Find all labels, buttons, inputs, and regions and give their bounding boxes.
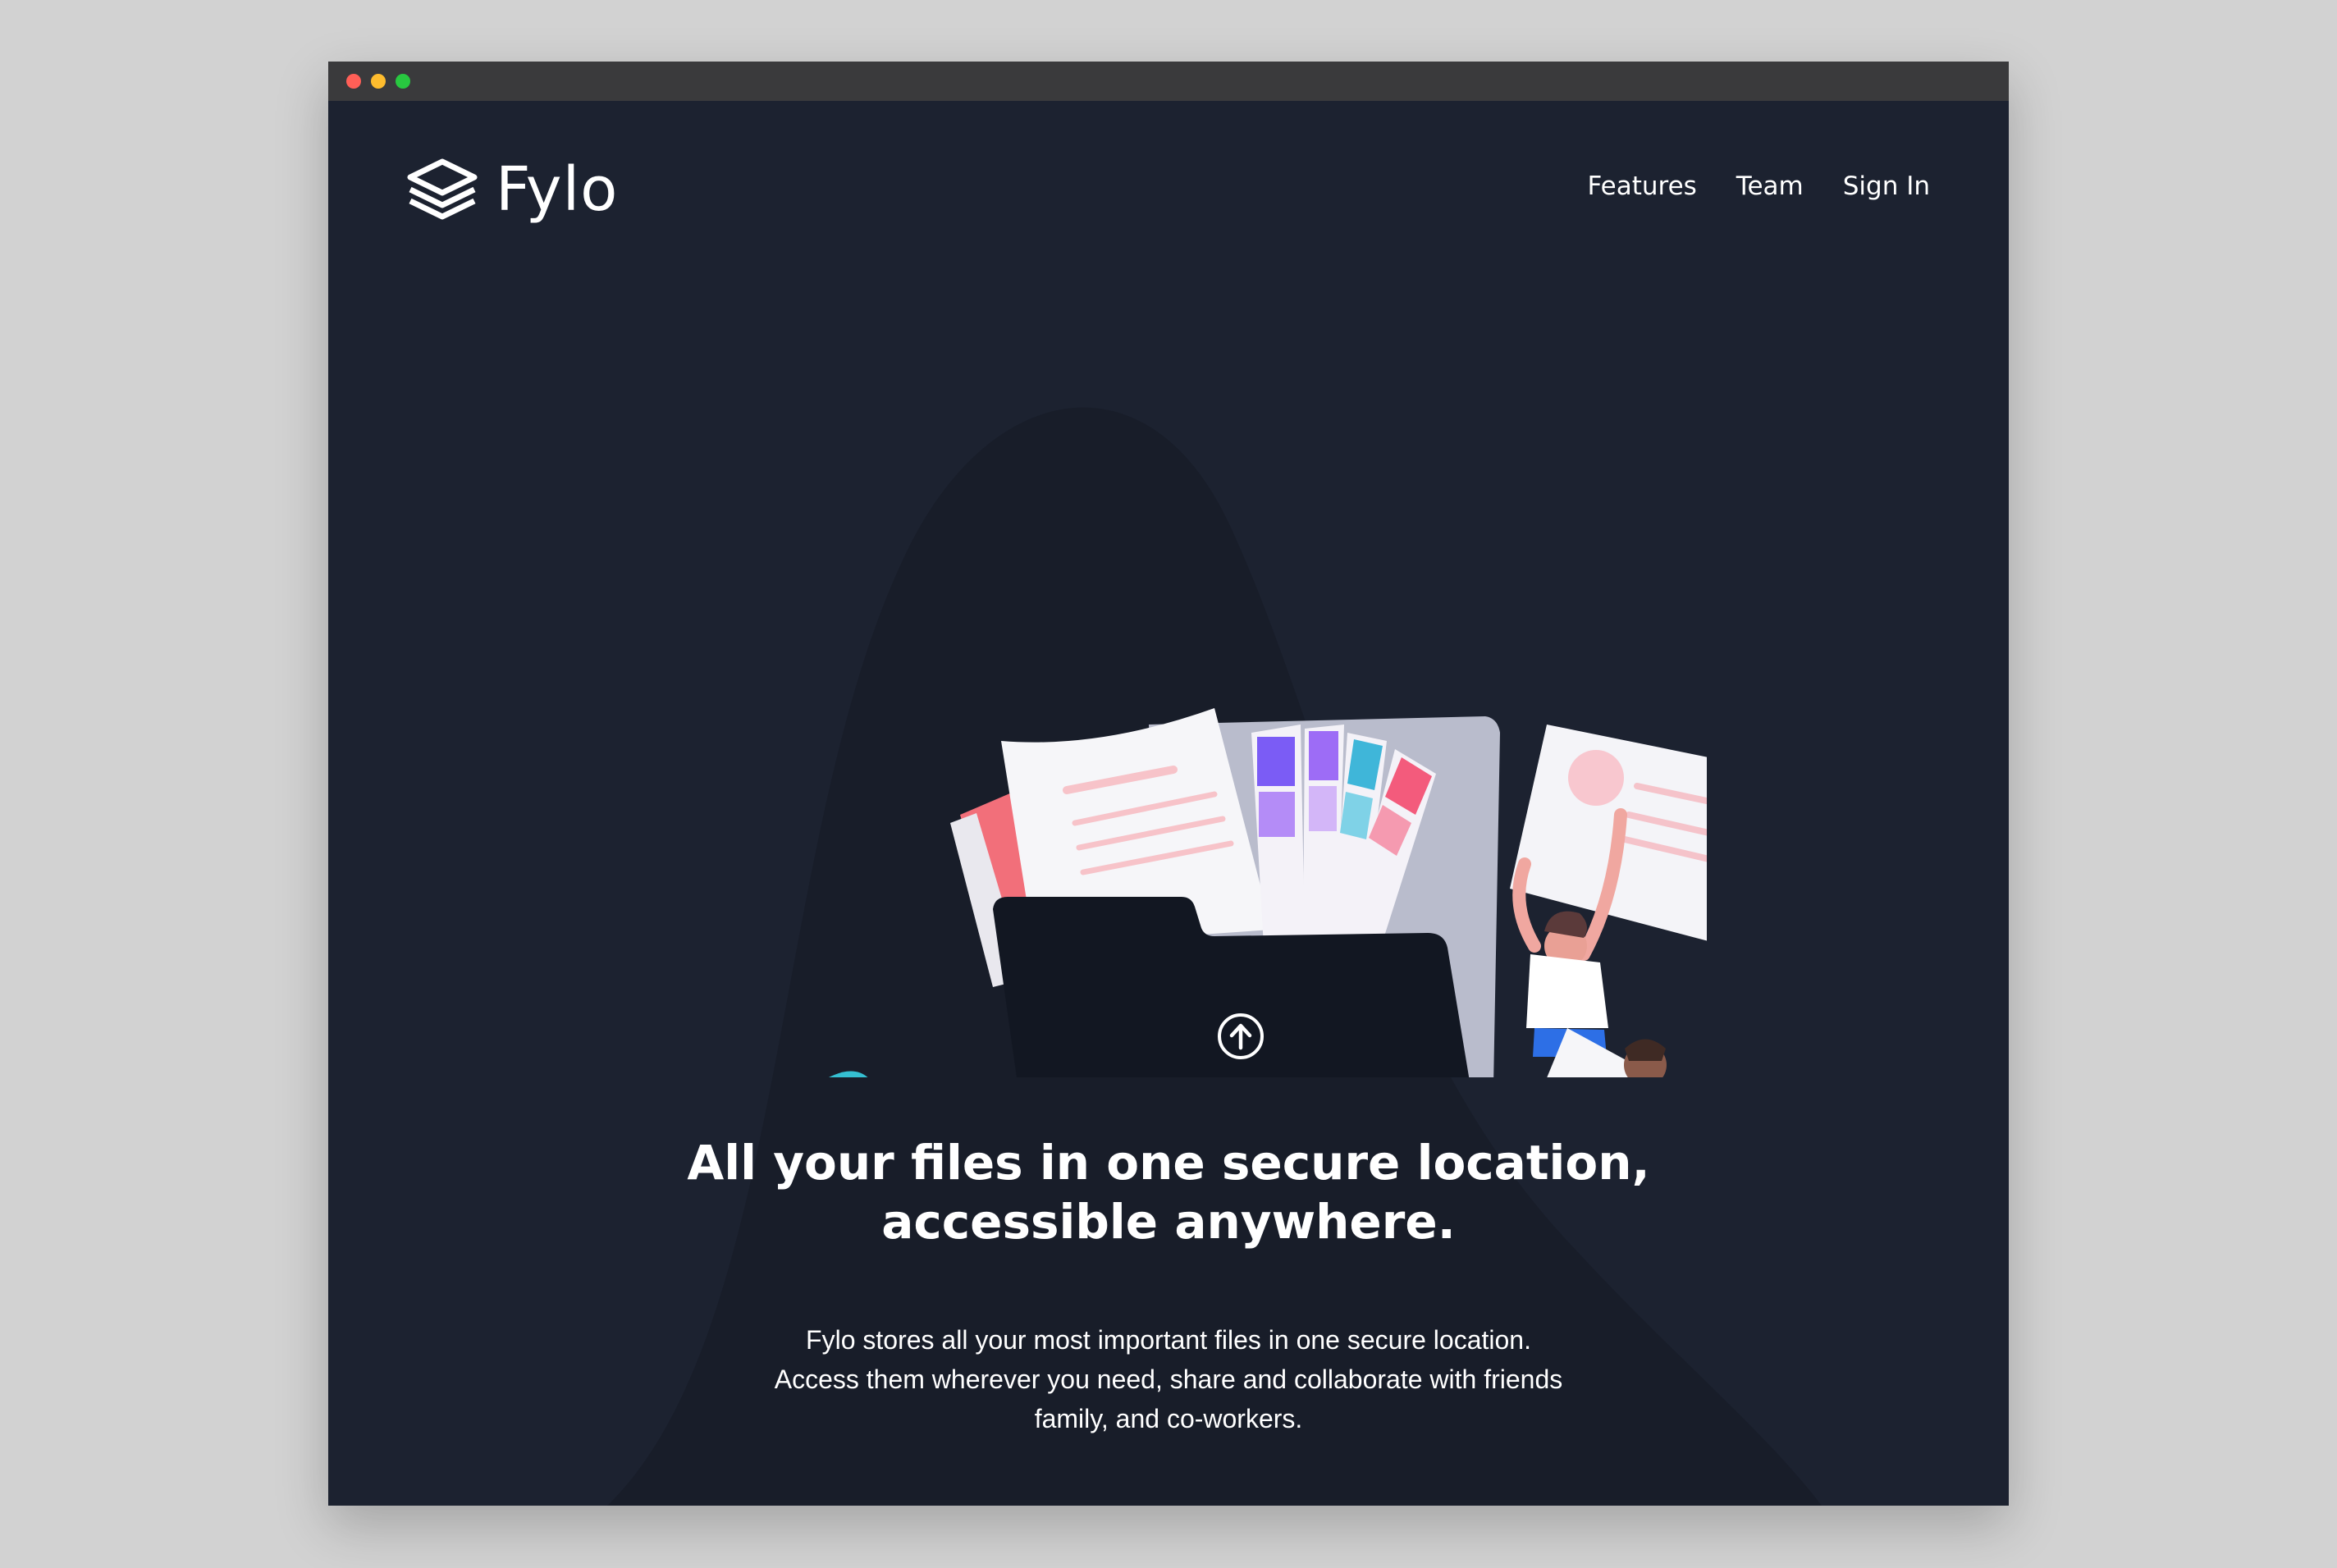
page: Fylo Features Team Sign In All your file…: [328, 101, 2009, 1506]
description-line-3: family, and co-workers.: [1034, 1404, 1303, 1433]
nav-link-sign-in[interactable]: Sign In: [1843, 171, 1930, 201]
minimize-window-button[interactable]: [371, 74, 386, 89]
file-upload-folder-illustration: [829, 708, 1707, 1077]
headline-line-2: accessible anywhere.: [881, 1194, 1456, 1250]
brand-logo[interactable]: Fylo: [405, 152, 618, 227]
close-window-button[interactable]: [346, 74, 361, 89]
description-line-1: Fylo stores all your most important file…: [806, 1325, 1531, 1355]
description-line-2: Access them wherever you need, share and…: [774, 1365, 1563, 1394]
hero-headline: All your files in one secure location, a…: [676, 1133, 1661, 1251]
main-nav: Features Team Sign In: [1588, 171, 1931, 201]
stacked-layers-icon: [407, 158, 478, 220]
nav-link-team[interactable]: Team: [1736, 171, 1804, 201]
headline-line-1: All your files in one secure location,: [687, 1135, 1650, 1191]
brand-name: Fylo: [496, 154, 619, 225]
window-titlebar: [328, 62, 2009, 101]
maximize-window-button[interactable]: [396, 74, 410, 89]
person-holding-card: [1510, 725, 1707, 1057]
hero-description: Fylo stores all your most important file…: [717, 1320, 1620, 1438]
nav-link-features[interactable]: Features: [1588, 171, 1697, 201]
browser-window: Fylo Features Team Sign In All your file…: [328, 62, 2009, 1506]
plant-left: [829, 1071, 868, 1077]
